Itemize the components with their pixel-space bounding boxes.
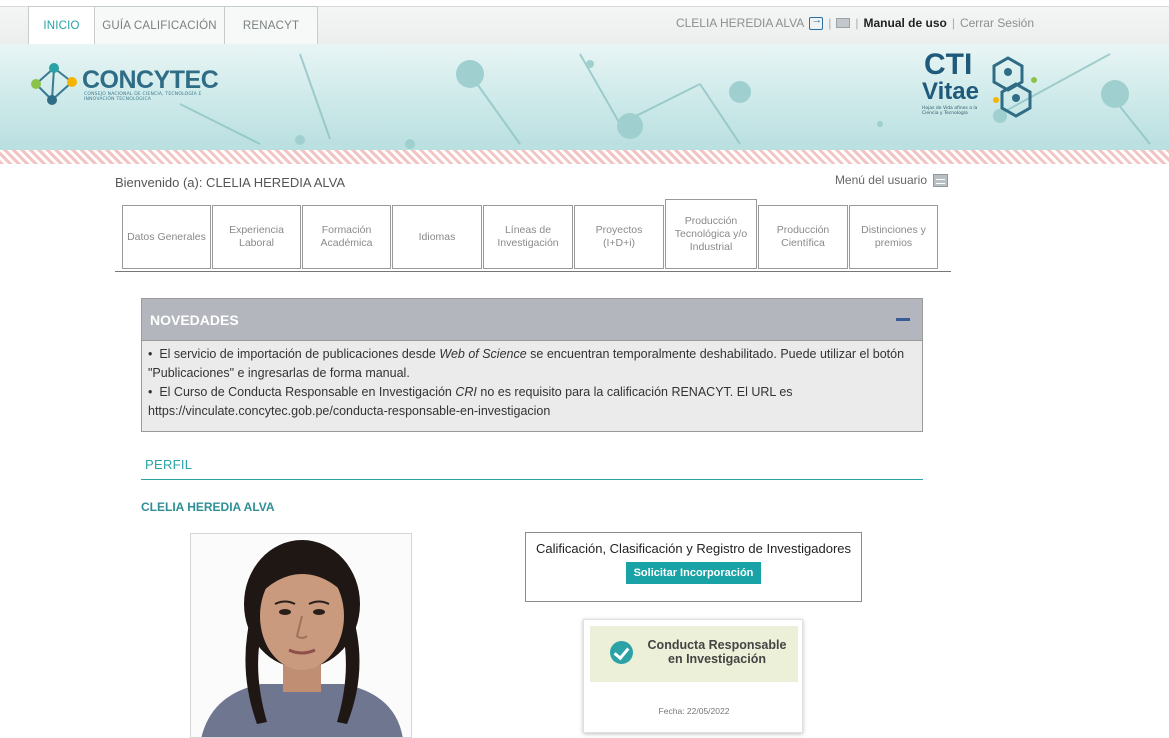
profile-user-name: CLELIA HEREDIA ALVA — [141, 500, 275, 514]
solicitar-incorporacion-button[interactable]: Solicitar Incorporación — [625, 562, 762, 584]
tab-produccion-cientifica[interactable]: Producción Científica — [758, 205, 848, 269]
novedades-title: NOVEDADES — [150, 312, 239, 328]
concytec-logo-subtitle: CONSEJO NACIONAL DE CIENCIA, TECNOLOGÍA … — [84, 92, 202, 102]
novedades-body: • El servicio de importación de publicac… — [142, 341, 922, 425]
welcome-text: Bienvenido (a): CLELIA HEREDIA ALVA — [115, 175, 346, 190]
cti-vitae-logo[interactable]: CTI Vitae Hojas de Vida afines a la Cien… — [918, 48, 1058, 148]
certificate-date: Fecha: 22/05/2022 — [658, 706, 730, 716]
header-banner: CONCYTEC CONSEJO NACIONAL DE CIENCIA, TE… — [0, 44, 1169, 150]
user-menu-button[interactable]: Menú del usuario — [835, 173, 948, 187]
nav-tab-renacyt[interactable]: RENACYT — [224, 6, 318, 44]
exit-icon[interactable] — [809, 14, 824, 30]
user-name-link[interactable]: CLELIA HEREDIA ALVA — [676, 16, 804, 30]
cti-logo-subtitle: Hojas de Vida afines a la Ciencia y Tecn… — [922, 106, 978, 116]
item-emphasis: CRI — [455, 385, 477, 399]
check-circle-icon — [610, 641, 633, 664]
perfil-title: PERFIL — [145, 457, 193, 472]
certificate-header: Conducta Responsable en Investigación — [590, 626, 798, 682]
concytec-logo[interactable]: CONCYTEC CONSEJO NACIONAL DE CIENCIA, TE… — [24, 54, 244, 114]
cti-people-icon — [992, 56, 1037, 118]
novedades-item: • El servicio de importación de publicac… — [148, 345, 916, 383]
separator: | — [855, 16, 859, 30]
tab-datos-generales[interactable]: Datos Generales — [122, 205, 211, 269]
concytec-logo-text: CONCYTEC — [82, 66, 219, 94]
novedades-item: • El Curso de Conducta Responsable en In… — [148, 383, 916, 421]
cti-logo-text: CTI — [924, 48, 973, 81]
manual-link[interactable]: Manual de uso — [864, 16, 947, 30]
logout-link[interactable]: Cerrar Sesión — [960, 16, 1034, 30]
perfil-section-header: PERFIL — [141, 456, 923, 480]
item-emphasis: Web of Science — [439, 347, 527, 361]
bullet: • — [148, 347, 153, 361]
tab-lineas-investigacion[interactable]: Líneas de Investigación — [483, 205, 573, 269]
certificate-title: Conducta Responsable en Investigación — [647, 638, 787, 666]
concytec-molecule-icon — [31, 63, 77, 105]
profile-photo — [190, 533, 412, 738]
bullet: • — [148, 385, 153, 399]
user-links: CLELIA HEREDIA ALVA | | Manual de uso | … — [676, 14, 1034, 31]
tab-formacion-academica[interactable]: Formación Académica — [302, 205, 391, 269]
tab-distinciones-premios[interactable]: Distinciones y premios — [849, 205, 938, 269]
menu-icon — [933, 173, 948, 187]
item-text: El servicio de importación de publicacio… — [159, 347, 440, 361]
collapse-icon[interactable] — [896, 318, 910, 321]
nav-tab-inicio[interactable]: INICIO — [28, 6, 95, 44]
tab-proyectos[interactable]: Proyectos (I+D+i) — [574, 205, 664, 269]
conducta-certificate[interactable]: Conducta Responsable en Investigación Fe… — [583, 619, 803, 733]
tab-produccion-tecnologica[interactable]: Producción Tecnológica y/o Industrial — [665, 199, 757, 269]
item-text: El Curso de Conducta Responsable en Inve… — [159, 385, 456, 399]
separator: | — [951, 16, 955, 30]
calificacion-title: Calificación, Clasificación y Registro d… — [535, 541, 852, 556]
mail-icon[interactable] — [836, 18, 851, 28]
profile-photo-image — [191, 534, 411, 737]
vitae-logo-text: Vitae — [922, 78, 979, 105]
calificacion-panel: Calificación, Clasificación y Registro d… — [525, 532, 862, 602]
profile-section-tabs: Datos Generales Experiencia Laboral Form… — [115, 199, 951, 272]
user-menu-label: Menú del usuario — [834, 173, 927, 187]
novedades-header[interactable]: NOVEDADES — [142, 299, 922, 341]
separator: | — [828, 16, 832, 30]
tab-experiencia-laboral[interactable]: Experiencia Laboral — [212, 205, 301, 269]
tab-idiomas[interactable]: Idiomas — [392, 205, 482, 269]
novedades-panel: NOVEDADES • El servicio de importación d… — [141, 298, 923, 432]
nav-tab-guia-calificacion[interactable]: GUÍA CALIFICACIÓN — [94, 6, 225, 44]
decorative-stripe — [0, 150, 1169, 164]
top-navbar: INICIO GUÍA CALIFICACIÓN RENACYT CLELIA … — [0, 0, 1169, 44]
